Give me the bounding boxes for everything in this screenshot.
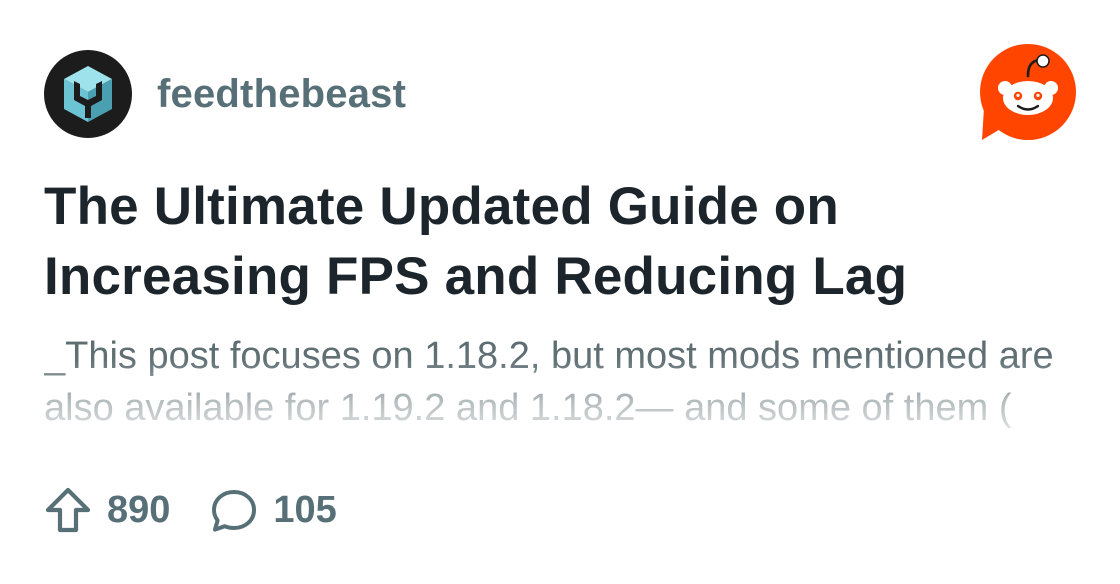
- upvote-arrow-icon[interactable]: [44, 486, 92, 534]
- upvote-count: 890: [107, 488, 171, 531]
- post-header: feedthebeast: [44, 50, 406, 138]
- comment-stat[interactable]: 105: [210, 486, 337, 534]
- ftb-logo-icon[interactable]: [44, 50, 132, 138]
- post-body-preview: _This post focuses on 1.18.2, but most m…: [44, 335, 1054, 429]
- post-card[interactable]: feedthebeast The Ultimate Updated Guide …: [0, 0, 1120, 584]
- post-title[interactable]: The Ultimate Updated Guide on Increasing…: [44, 172, 1084, 312]
- comment-count: 105: [273, 488, 337, 531]
- upvote-stat[interactable]: 890: [44, 486, 170, 534]
- subreddit-name[interactable]: feedthebeast: [157, 72, 406, 117]
- reddit-snoo-icon: [980, 44, 1076, 140]
- comment-bubble-icon[interactable]: [210, 486, 258, 534]
- post-stats: 890 105: [44, 484, 337, 536]
